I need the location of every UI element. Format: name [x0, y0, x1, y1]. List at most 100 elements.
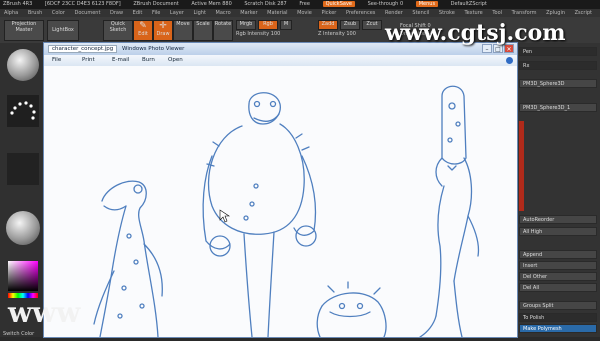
move-label: Move	[176, 21, 190, 27]
subtool-scrollbar[interactable]	[519, 121, 524, 211]
right-item-rx-label: Rx	[523, 63, 530, 69]
menu-color[interactable]: Color	[52, 10, 65, 16]
subtool-sphere3d-1-label: PM3D_Sphere3D_1	[523, 105, 571, 111]
edit-button[interactable]: ✎ Edit	[133, 20, 153, 41]
menu-tool[interactable]: Tool	[492, 10, 502, 16]
quicksave-button[interactable]: QuickSave	[322, 1, 355, 7]
zcut-button[interactable]: Zcut	[362, 20, 382, 30]
stroke-dots-thumbnail[interactable]	[7, 95, 39, 127]
watermark-site: www.cgtsj.com	[385, 20, 566, 46]
to-polish-label: To Polish	[523, 315, 545, 321]
zsub-label: Zsub	[343, 21, 357, 27]
move-button[interactable]: Move	[173, 20, 193, 41]
quick-sketch-button[interactable]: Quick Sketch	[103, 20, 133, 41]
menu-document[interactable]: Document	[75, 10, 101, 16]
groups-split-button[interactable]: Groups Split	[519, 301, 597, 310]
right-item-pen-label: Pen	[523, 49, 533, 55]
to-polish-button[interactable]: To Polish	[519, 313, 597, 322]
viewer-file-tab[interactable]: character_concept.jpg	[48, 45, 118, 53]
viewer-title: Windows Photo Viewer	[122, 46, 185, 52]
lightbox-button[interactable]: LightBox	[47, 20, 79, 41]
menu-zscript[interactable]: Zscript	[575, 10, 592, 16]
photo-viewer-window: character_concept.jpg Windows Photo View…	[44, 43, 517, 338]
right-item-pen[interactable]: Pen	[519, 47, 597, 56]
viewer-menu-print[interactable]: Print	[82, 57, 95, 63]
all-high-button[interactable]: All High	[519, 227, 597, 236]
right-item-rx[interactable]: Rx	[519, 61, 597, 70]
draw-label: Draw	[156, 31, 170, 37]
mrgb-button[interactable]: Mrgb	[236, 20, 256, 30]
menu-movie[interactable]: Movie	[297, 10, 312, 16]
zadd-button[interactable]: Zadd	[318, 20, 338, 30]
rotate-label: Rotate	[214, 21, 232, 27]
menu-stroke[interactable]: Stroke	[439, 10, 455, 16]
menu-light[interactable]: Light	[193, 10, 205, 16]
menu-zplugin[interactable]: Zplugin	[546, 10, 565, 16]
switch-color-label[interactable]: Switch Color	[3, 331, 34, 337]
zadd-label: Zadd	[321, 21, 335, 27]
insert-label: Insert	[523, 263, 538, 269]
scale-label: Scale	[196, 21, 210, 27]
groups-split-label: Groups Split	[523, 303, 554, 309]
menu-draw[interactable]: Draw	[110, 10, 123, 16]
zsub-button[interactable]: Zsub	[340, 20, 360, 30]
subtool-sphere3d[interactable]: PM3D_Sphere3D	[519, 79, 597, 88]
title-app: ZBrush 4R3	[3, 1, 33, 7]
material-sphere-thumbnail[interactable]	[6, 211, 40, 245]
menu-picker[interactable]: Picker	[321, 10, 336, 16]
menus-button[interactable]: Menus	[415, 1, 439, 7]
auto-reorder-button[interactable]: AutoReorder	[519, 215, 597, 224]
rgb-label: Rgb	[263, 21, 273, 27]
menu-render[interactable]: Render	[385, 10, 403, 16]
menu-alpha[interactable]: Alpha	[4, 10, 18, 16]
menu-layer[interactable]: Layer	[170, 10, 184, 16]
menu-marker[interactable]: Marker	[240, 10, 257, 16]
menu-brush[interactable]: Brush	[28, 10, 42, 16]
title-mem: Active Mem 880	[191, 1, 232, 7]
append-button[interactable]: Append	[519, 250, 597, 259]
del-other-button[interactable]: Del Other	[519, 272, 597, 281]
quick-sketch-label: Quick Sketch	[109, 21, 127, 33]
rotate-button[interactable]: Rotate	[213, 20, 233, 41]
rgb-intensity-slider[interactable]: Rgb Intensity 100	[236, 31, 280, 37]
menu-material[interactable]: Material	[267, 10, 287, 16]
image-canvas[interactable]	[44, 66, 517, 338]
menu-edit[interactable]: Edit	[133, 10, 143, 16]
insert-button[interactable]: Insert	[519, 261, 597, 270]
del-all-button[interactable]: Del All	[519, 283, 597, 292]
auto-reorder-label: AutoReorder	[523, 217, 555, 223]
viewer-menu-burn[interactable]: Burn	[142, 57, 155, 63]
draw-button[interactable]: ✛ Draw	[153, 20, 173, 41]
menu-file[interactable]: File	[152, 10, 160, 16]
scale-button[interactable]: Scale	[193, 20, 213, 41]
watermark-bottom: www	[8, 296, 81, 329]
alpha-thumbnail[interactable]	[7, 153, 39, 185]
color-picker[interactable]	[8, 261, 38, 291]
rgb-button[interactable]: Rgb	[258, 20, 278, 30]
z-intensity-slider[interactable]: Z Intensity 100	[318, 31, 356, 37]
menu-preferences[interactable]: Preferences	[346, 10, 375, 16]
draw-icon: ✛	[159, 21, 167, 31]
see-through-slider[interactable]: See-through 0	[368, 1, 404, 7]
title-doc: ZBrush Document	[133, 1, 179, 7]
m-button[interactable]: M	[280, 20, 292, 30]
title-free: Free	[299, 1, 310, 7]
menu-transform[interactable]: Transform	[512, 10, 537, 16]
help-icon[interactable]	[506, 57, 513, 64]
brush-sphere-thumbnail[interactable]	[7, 49, 39, 81]
zbrush-title-bar: ZBrush 4R3 [6DCF 23CC D4E3 6123 F8DF] ZB…	[0, 0, 600, 9]
subtool-sphere3d-1[interactable]: PM3D_Sphere3D_1	[519, 103, 597, 112]
viewer-menu-open[interactable]: Open	[168, 57, 183, 63]
title-id: [6DCF 23CC D4E3 6123 F8DF]	[44, 1, 121, 7]
make-polymesh-button[interactable]: Make Polymesh	[519, 324, 597, 333]
del-all-label: Del All	[523, 285, 540, 291]
default-zscript-button[interactable]: DefaultZScript	[451, 1, 487, 7]
projection-master-button[interactable]: Projection Master	[4, 20, 44, 41]
menu-texture[interactable]: Texture	[464, 10, 482, 16]
viewer-menu-email[interactable]: E-mail	[112, 57, 129, 63]
menu-macro[interactable]: Macro	[216, 10, 231, 16]
viewer-menu-file[interactable]: File	[52, 57, 61, 63]
zbrush-left-tray: Switch Color	[0, 43, 44, 337]
lightbox-label: LightBox	[52, 27, 74, 33]
menu-stencil[interactable]: Stencil	[412, 10, 429, 16]
